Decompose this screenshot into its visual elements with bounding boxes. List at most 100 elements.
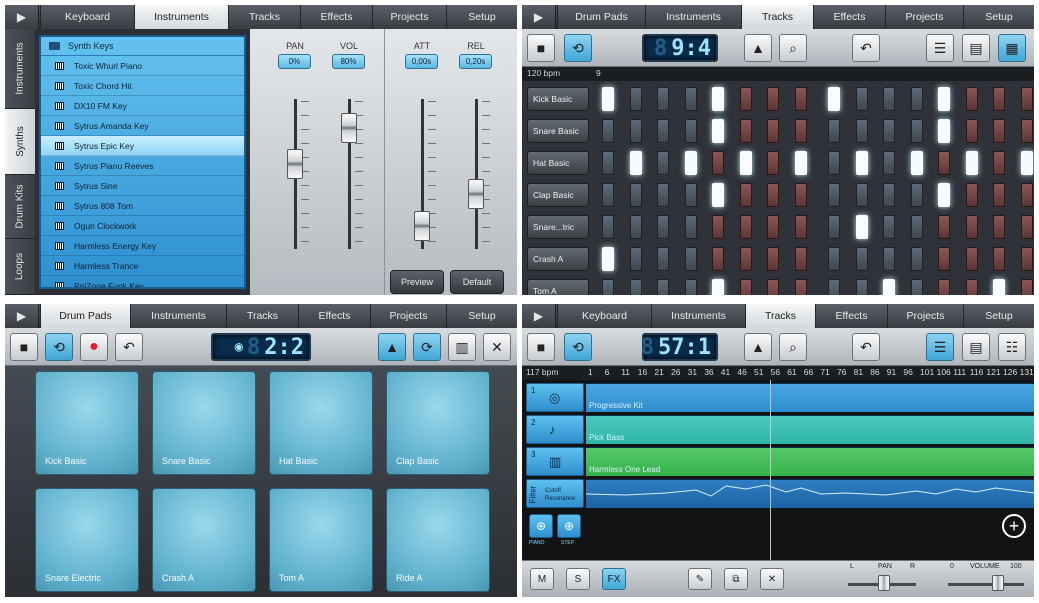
- step-button[interactable]: [855, 279, 868, 295]
- tab-keyboard[interactable]: Keyboard: [40, 5, 134, 29]
- step-button[interactable]: [883, 247, 895, 271]
- loop-button[interactable]: ⟲: [564, 333, 592, 361]
- step-button[interactable]: [684, 279, 697, 295]
- step-button[interactable]: [828, 119, 840, 143]
- step-button[interactable]: [910, 279, 923, 295]
- zoom-button[interactable]: ⌕: [779, 34, 807, 62]
- channel-button[interactable]: Crash A: [527, 247, 589, 271]
- add-step-track-button[interactable]: ⊕: [557, 514, 581, 538]
- library-header[interactable]: Synth Keys: [41, 37, 244, 56]
- preset-item[interactable]: Ogun Clockwork: [41, 216, 244, 236]
- step-button[interactable]: [1020, 279, 1033, 295]
- step-button[interactable]: [657, 87, 669, 111]
- step-button[interactable]: [602, 151, 614, 175]
- step-button[interactable]: [855, 151, 868, 175]
- step-button[interactable]: [828, 247, 840, 271]
- step-button[interactable]: [938, 151, 950, 175]
- step-button[interactable]: [767, 183, 779, 207]
- tab-effects[interactable]: Effects: [298, 304, 370, 328]
- piano-button[interactable]: ▥: [448, 333, 476, 361]
- tab-projects[interactable]: Projects: [372, 5, 446, 29]
- track-clip-3[interactable]: Harmless One Lead: [586, 447, 1034, 476]
- piano-roll-view-button[interactable]: ▤: [962, 34, 990, 62]
- channel-button[interactable]: Kick Basic: [527, 87, 589, 111]
- loop-button[interactable]: ⟲: [45, 333, 73, 361]
- step-button[interactable]: [794, 215, 807, 239]
- step-button[interactable]: [739, 119, 752, 143]
- step-button[interactable]: [1020, 215, 1033, 239]
- step-button[interactable]: [739, 87, 752, 111]
- step-button[interactable]: [938, 279, 950, 295]
- step-button[interactable]: [602, 183, 614, 207]
- step-view-button[interactable]: ▦: [998, 34, 1026, 62]
- step-button[interactable]: [684, 151, 697, 175]
- playlist-view-button[interactable]: ☰: [926, 34, 954, 62]
- rel-fader-track[interactable]: [475, 99, 478, 249]
- play-button[interactable]: ▶: [5, 5, 39, 29]
- drum-pad[interactable]: Clap Basic: [386, 371, 490, 475]
- preset-item[interactable]: Toxic Whurl Piano: [41, 56, 244, 76]
- tab-instruments[interactable]: Instruments: [645, 5, 741, 29]
- rel-fader[interactable]: [468, 179, 484, 209]
- metronome-button[interactable]: ▲: [744, 34, 772, 62]
- undo-button[interactable]: ↶: [852, 333, 880, 361]
- step-button[interactable]: [684, 215, 697, 239]
- step-button[interactable]: [739, 183, 752, 207]
- step-button[interactable]: [794, 247, 807, 271]
- fx-button[interactable]: FX: [602, 568, 626, 590]
- tab-effects[interactable]: Effects: [813, 5, 885, 29]
- step-button[interactable]: [712, 279, 724, 295]
- step-button[interactable]: [629, 119, 642, 143]
- step-button[interactable]: [1020, 119, 1033, 143]
- tab-projects[interactable]: Projects: [370, 304, 446, 328]
- loop-button[interactable]: ⟲: [564, 34, 592, 62]
- step-button[interactable]: [883, 119, 895, 143]
- step-button[interactable]: [767, 247, 779, 271]
- filter-automation-header[interactable]: Filter Cutoff Resonance: [526, 479, 584, 508]
- channel-button[interactable]: Tom A: [527, 279, 589, 295]
- step-button[interactable]: [910, 247, 923, 271]
- step-button[interactable]: [883, 279, 895, 295]
- step-button[interactable]: [993, 279, 1005, 295]
- tab-projects[interactable]: Projects: [885, 5, 963, 29]
- tab-instruments[interactable]: Instruments: [130, 304, 226, 328]
- track-header-2[interactable]: 2 ♪: [526, 415, 584, 444]
- drum-pad[interactable]: Snare Electric: [35, 488, 139, 592]
- preset-item[interactable]: Sytrus Pianu Reeves: [41, 156, 244, 176]
- zoom-button[interactable]: ⌕: [779, 333, 807, 361]
- step-button[interactable]: [828, 151, 840, 175]
- att-fader[interactable]: [414, 211, 430, 241]
- preset-item[interactable]: Toxic Chord Hit: [41, 76, 244, 96]
- play-button[interactable]: ▶: [5, 304, 39, 328]
- step-button[interactable]: [657, 119, 669, 143]
- drum-pad[interactable]: Snare Basic: [152, 371, 256, 475]
- record-button[interactable]: ●: [80, 333, 108, 361]
- tab-setup[interactable]: Setup: [446, 304, 517, 328]
- tab-keyboard[interactable]: Keyboard: [557, 304, 651, 328]
- step-button[interactable]: [938, 215, 950, 239]
- step-button[interactable]: [794, 87, 807, 111]
- step-button[interactable]: [1020, 183, 1033, 207]
- step-button[interactable]: [910, 151, 923, 175]
- channel-button[interactable]: Hat Basic: [527, 151, 589, 175]
- mixer-view-button[interactable]: ☷: [998, 333, 1026, 361]
- tab-effects[interactable]: Effects: [300, 5, 372, 29]
- add-track-button[interactable]: +: [1002, 514, 1026, 538]
- step-button[interactable]: [767, 87, 779, 111]
- fullscreen-button[interactable]: ✕: [483, 333, 511, 361]
- volume-slider-thumb[interactable]: [992, 575, 1004, 591]
- channel-button[interactable]: Clap Basic: [527, 183, 589, 207]
- step-button[interactable]: [1020, 247, 1033, 271]
- playlist-view-button[interactable]: ☰: [926, 333, 954, 361]
- play-button[interactable]: ▶: [522, 5, 556, 29]
- step-button[interactable]: [712, 183, 724, 207]
- pan-slider-thumb[interactable]: [878, 575, 890, 591]
- track-clip-2[interactable]: Pick Bass: [586, 415, 1034, 444]
- stop-button[interactable]: ■: [527, 333, 555, 361]
- step-button[interactable]: [657, 215, 669, 239]
- vol-fader[interactable]: [341, 113, 357, 143]
- drum-pad[interactable]: Hat Basic: [269, 371, 373, 475]
- tab-tracks[interactable]: Tracks: [745, 304, 815, 328]
- tab-tracks[interactable]: Tracks: [226, 304, 298, 328]
- tab-tracks[interactable]: Tracks: [228, 5, 300, 29]
